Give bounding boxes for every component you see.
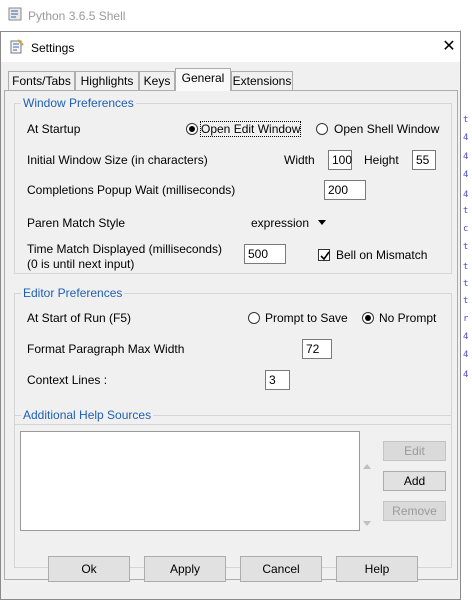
tab-highlights[interactable]: Highlights	[75, 71, 139, 90]
paren-match-style-label: Paren Match Style	[27, 216, 126, 230]
checkmark-icon	[320, 251, 330, 261]
window-width-input[interactable]: 100	[328, 150, 352, 170]
shell-text-fragment: 4	[463, 190, 469, 200]
window-preferences-title: Window Preferences	[21, 96, 136, 110]
completions-popup-wait-label: Completions Popup Wait (milliseconds)	[27, 183, 236, 197]
remove-help-source-button[interactable]: Remove	[383, 501, 446, 521]
shell-window-title: Python 3.6.5 Shell	[28, 9, 126, 23]
python-shell-icon	[8, 7, 22, 21]
help-sources-scrollbar[interactable]	[360, 431, 372, 531]
open-shell-window-radio[interactable]	[316, 123, 328, 135]
no-prompt-radio[interactable]	[362, 312, 374, 324]
shell-text-fragment: 4	[463, 350, 469, 360]
dialog-titlebar: Settings ✕	[1, 32, 460, 62]
prompt-to-save-label[interactable]: Prompt to Save	[265, 311, 348, 325]
tab-extensions[interactable]: Extensions	[231, 71, 293, 90]
scroll-down-arrow-icon[interactable]	[363, 521, 371, 526]
time-match-input[interactable]: 500	[244, 244, 286, 264]
bell-on-mismatch-checkbox[interactable]	[318, 249, 330, 261]
shell-text-fragment: c	[463, 224, 469, 234]
window-height-input[interactable]: 55	[412, 150, 436, 170]
paragraph-max-width-input[interactable]: 72	[302, 339, 332, 359]
start-of-run-label: At Start of Run (F5)	[27, 311, 132, 325]
apply-button[interactable]: Apply	[144, 556, 226, 582]
completions-popup-wait-input[interactable]: 200	[324, 180, 366, 200]
shell-text-fragment: 4	[463, 152, 469, 162]
shell-text-fragment: 4	[463, 133, 469, 143]
shell-text-fragment: t	[463, 115, 469, 125]
editor-preferences-title: Editor Preferences	[21, 286, 125, 300]
shell-text-fragment: 4	[463, 332, 469, 342]
shell-text-fragment: t	[463, 242, 469, 252]
shell-text-fragment: 4	[463, 370, 469, 380]
add-help-source-button[interactable]: Add	[383, 471, 446, 491]
help-button[interactable]: Help	[336, 556, 418, 582]
time-match-label-line2: (0 is until next input)	[27, 257, 135, 271]
paragraph-max-width-label: Format Paragraph Max Width	[27, 342, 185, 356]
time-match-label-line1: Time Match Displayed (milliseconds)	[27, 242, 222, 256]
help-sources-list[interactable]	[20, 431, 360, 531]
at-startup-label: At Startup	[27, 122, 81, 136]
close-icon[interactable]: ✕	[439, 37, 459, 57]
shell-text-fragment: t	[463, 206, 469, 216]
scroll-up-arrow-icon[interactable]	[363, 464, 371, 469]
width-label: Width	[284, 153, 315, 167]
shell-window-titlebar: Python 3.6.5 Shell	[0, 0, 472, 30]
paren-match-style-select[interactable]: expression	[251, 216, 309, 230]
bell-on-mismatch-label[interactable]: Bell on Mismatch	[336, 248, 427, 262]
cancel-button[interactable]: Cancel	[240, 556, 322, 582]
prompt-to-save-radio[interactable]	[248, 312, 260, 324]
tab-general[interactable]: General	[175, 68, 231, 91]
settings-feather-icon	[10, 39, 24, 54]
settings-dialog: Settings ✕ Fonts/Tabs Highlights Keys Ge…	[0, 31, 461, 600]
open-edit-window-radio[interactable]	[186, 123, 198, 135]
initial-window-size-label: Initial Window Size (in characters)	[27, 153, 208, 167]
shell-text-fragment: r	[463, 314, 469, 324]
tab-fonts-tabs[interactable]: Fonts/Tabs	[8, 71, 75, 90]
edit-help-source-button[interactable]: Edit	[383, 441, 446, 461]
context-lines-input[interactable]: 3	[265, 370, 290, 390]
open-edit-window-label[interactable]: Open Edit Window	[199, 121, 302, 137]
shell-text-fragment: 4	[463, 170, 469, 180]
tab-keys[interactable]: Keys	[139, 71, 175, 90]
shell-text-fragment: t	[463, 296, 469, 306]
shell-text-fragment: t	[463, 279, 469, 289]
shell-text-fragment: t	[463, 262, 469, 272]
context-lines-label: Context Lines :	[27, 373, 108, 387]
shell-window-text-edge: t4444tcttttr444	[460, 30, 472, 600]
open-shell-window-label[interactable]: Open Shell Window	[334, 122, 439, 136]
ok-button[interactable]: Ok	[48, 556, 130, 582]
help-sources-title: Additional Help Sources	[21, 408, 154, 422]
no-prompt-label[interactable]: No Prompt	[379, 311, 436, 325]
dialog-title: Settings	[31, 41, 75, 55]
height-label: Height	[364, 153, 399, 167]
dropdown-arrow-icon[interactable]	[318, 220, 326, 225]
